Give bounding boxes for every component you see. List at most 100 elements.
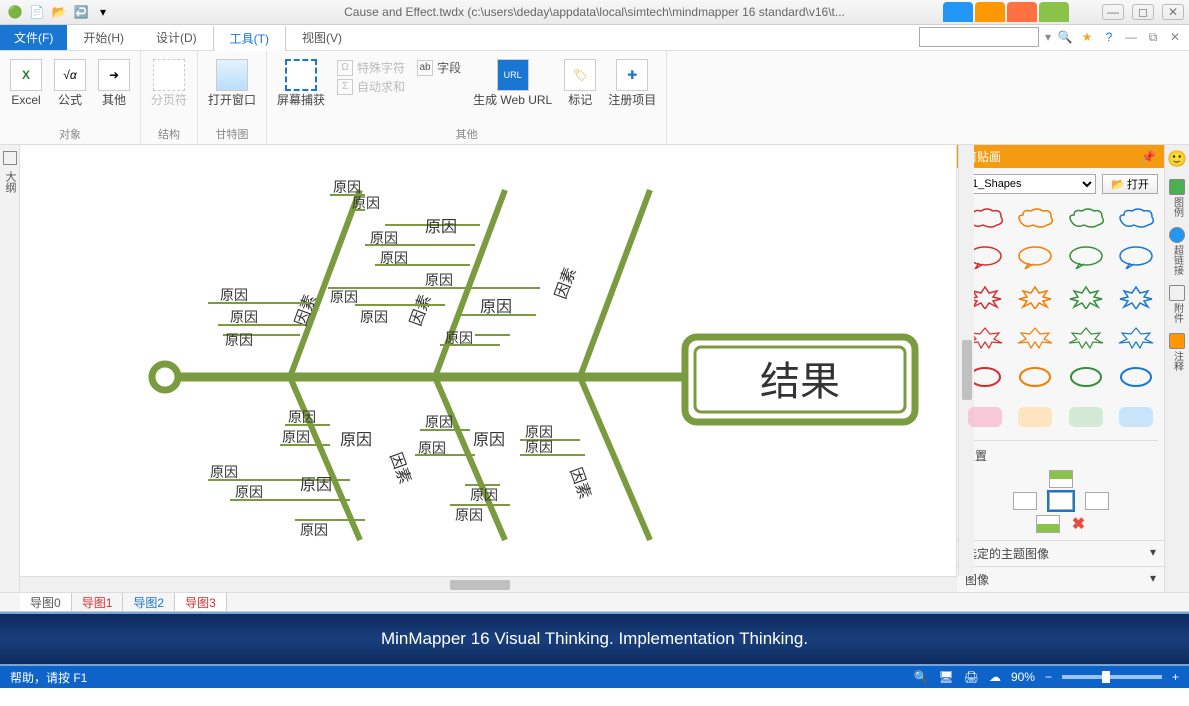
- star-icon[interactable]: ★: [1079, 29, 1095, 45]
- shape-speech-blue[interactable]: [1114, 240, 1158, 274]
- chevron-down-icon: ▾: [1150, 545, 1156, 562]
- screencap-button[interactable]: 屏幕捕获: [277, 55, 325, 124]
- dock-legend[interactable]: 图例: [1169, 179, 1185, 217]
- tab-view[interactable]: 视图(V): [286, 25, 358, 50]
- shape-spike-green[interactable]: [1064, 320, 1108, 354]
- svg-text:原因: 原因: [418, 442, 446, 457]
- register-button[interactable]: ✚注册项目: [608, 55, 656, 124]
- zoom-slider[interactable]: [1062, 675, 1162, 679]
- selected-image-row[interactable]: 选定的主题图像▾: [957, 540, 1164, 566]
- shape-spike-orange[interactable]: [1013, 320, 1057, 354]
- dock-hyperlink[interactable]: 超链接: [1169, 227, 1185, 275]
- cloud-icon[interactable]: ☁: [989, 670, 1001, 684]
- svg-text:原因: 原因: [370, 232, 398, 247]
- shape-ring-orange[interactable]: [1013, 360, 1057, 394]
- position-label: 位置: [963, 440, 1158, 464]
- open-button[interactable]: 📂打开: [1102, 174, 1158, 194]
- autosum-item: Σ自动求和: [337, 78, 405, 95]
- pos-right[interactable]: [1085, 492, 1109, 510]
- panel-header: 剪贴画 📌: [957, 145, 1164, 168]
- zoom-in-icon[interactable]: +: [1172, 670, 1179, 684]
- openwindow-button[interactable]: 打开窗口: [208, 55, 256, 124]
- doc-tab-2[interactable]: 导图2: [123, 593, 175, 611]
- tab-design[interactable]: 设计(D): [140, 25, 213, 50]
- tab-tools[interactable]: 工具(T): [213, 26, 286, 51]
- search-dropdown-icon[interactable]: ▾: [1045, 30, 1051, 44]
- doc-tab-1[interactable]: 导图1: [72, 593, 124, 611]
- pos-top[interactable]: [1049, 470, 1073, 488]
- minimize-button[interactable]: —: [1102, 4, 1124, 20]
- qat-dropdown-icon[interactable]: ▾: [94, 3, 112, 21]
- pos-bottom[interactable]: [1036, 515, 1060, 533]
- presentation-icon[interactable]: 🖥: [938, 670, 953, 684]
- search-input[interactable]: [919, 27, 1039, 47]
- delete-icon[interactable]: ✖: [1072, 514, 1085, 534]
- ribbon-tabs: 文件(F) 开始(H) 设计(D) 工具(T) 视图(V) ▾ 🔍 ★ ? — …: [0, 25, 1189, 51]
- tab-home[interactable]: 开始(H): [67, 25, 140, 50]
- shape-cloud-green[interactable]: [1064, 200, 1108, 234]
- smiley-icon[interactable]: 🙂: [1167, 149, 1187, 169]
- zoom-out-icon[interactable]: −: [1045, 670, 1052, 684]
- zoom-fit-icon[interactable]: 🔍: [914, 670, 929, 684]
- help-icon[interactable]: ?: [1101, 29, 1117, 45]
- svg-text:原因: 原因: [230, 311, 258, 326]
- doc-restore-icon[interactable]: ⧉: [1145, 29, 1161, 45]
- vertical-scrollbar[interactable]: [958, 145, 974, 576]
- field-item[interactable]: ab字段: [417, 59, 461, 76]
- zoom-percent[interactable]: 90%: [1011, 670, 1035, 684]
- shape-spike-blue[interactable]: [1114, 320, 1158, 354]
- svg-text:原因: 原因: [525, 441, 553, 456]
- maximize-button[interactable]: ◻: [1132, 4, 1154, 20]
- svg-text:原因: 原因: [425, 218, 457, 236]
- qat-new-icon[interactable]: 📄: [28, 3, 46, 21]
- svg-text:原因: 原因: [425, 274, 453, 289]
- doc-minimize-icon[interactable]: —: [1123, 29, 1139, 45]
- horizontal-scrollbar[interactable]: [20, 576, 957, 592]
- red-tab-icon[interactable]: [1007, 2, 1037, 22]
- pos-center[interactable]: [1049, 492, 1073, 510]
- svg-text:原因: 原因: [473, 431, 505, 449]
- shape-speech-orange[interactable]: [1013, 240, 1057, 274]
- svg-text:原因: 原因: [425, 416, 453, 431]
- print-icon[interactable]: 🖨: [964, 670, 979, 684]
- svg-text:原因: 原因: [352, 197, 380, 212]
- dock-note[interactable]: 注释: [1169, 333, 1185, 371]
- shape-speech-green[interactable]: [1064, 240, 1108, 274]
- pos-left[interactable]: [1013, 492, 1037, 510]
- doc-tab-0[interactable]: 导图0: [20, 593, 72, 611]
- mark-button[interactable]: 🏷标记: [564, 55, 596, 124]
- shape-cloud-blue[interactable]: [1114, 200, 1158, 234]
- shape-burst-green[interactable]: [1064, 280, 1108, 314]
- color-tabs: [943, 2, 1069, 22]
- pin-icon[interactable]: 📌: [1141, 150, 1156, 164]
- shape-ring-blue[interactable]: [1114, 360, 1158, 394]
- doc-close-icon[interactable]: ✕: [1167, 29, 1183, 45]
- image-row[interactable]: 图像▾: [957, 566, 1164, 592]
- canvas[interactable]: 结果 因素 因素 因素 因素 因素 原因 原因 原因: [20, 145, 957, 592]
- qat-undo-icon[interactable]: ↩️: [72, 3, 90, 21]
- app-icon[interactable]: 🟢: [6, 3, 24, 21]
- blue-tab-icon[interactable]: [943, 2, 973, 22]
- formula-button[interactable]: √α公式: [54, 55, 86, 124]
- outline-tab[interactable]: 大纲: [0, 167, 20, 197]
- shape-smudge-blue[interactable]: [1114, 400, 1158, 434]
- excel-button[interactable]: XExcel: [10, 55, 42, 124]
- other-button[interactable]: ➜其他: [98, 55, 130, 124]
- qat-open-icon[interactable]: 📂: [50, 3, 68, 21]
- file-menu[interactable]: 文件(F): [0, 25, 67, 50]
- search-icon[interactable]: 🔍: [1057, 29, 1073, 45]
- green-tab-icon[interactable]: [1039, 2, 1069, 22]
- shape-burst-blue[interactable]: [1114, 280, 1158, 314]
- shape-burst-orange[interactable]: [1013, 280, 1057, 314]
- close-button[interactable]: ✕: [1162, 4, 1184, 20]
- dock-attachment[interactable]: 附件: [1169, 285, 1185, 323]
- shape-cloud-orange[interactable]: [1013, 200, 1057, 234]
- shape-smudge-green[interactable]: [1064, 400, 1108, 434]
- weburl-button[interactable]: URL生成 Web URL: [473, 55, 552, 124]
- shape-ring-green[interactable]: [1064, 360, 1108, 394]
- shape-select[interactable]: 1_Shapes: [963, 174, 1096, 194]
- shape-smudge-orange[interactable]: [1013, 400, 1057, 434]
- doc-tab-3[interactable]: 导图3: [175, 593, 227, 611]
- orange-tab-icon[interactable]: [975, 2, 1005, 22]
- outline-icon[interactable]: [3, 151, 17, 165]
